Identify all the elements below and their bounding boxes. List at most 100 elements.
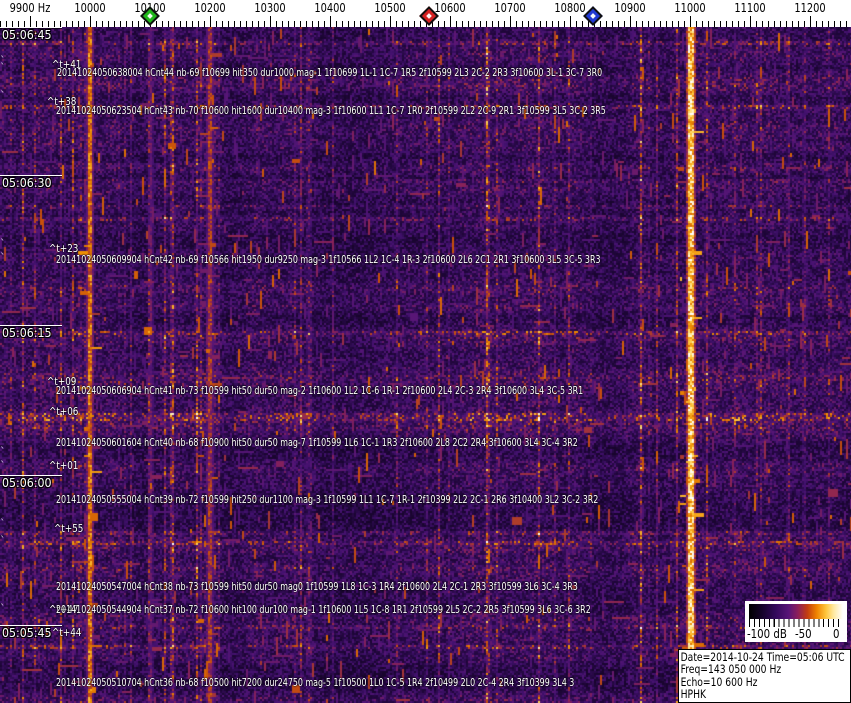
edge-tick: ` xyxy=(0,237,6,250)
freq-tick-minor xyxy=(252,21,253,27)
freq-label: 10800 xyxy=(554,1,586,15)
detection-log-line: 20141024050601604 hCnt40 nb-68 f10900 hi… xyxy=(56,436,578,449)
freq-tick-minor xyxy=(732,21,733,27)
colorbar-label-2: 0 xyxy=(833,627,840,641)
freq-tick-major xyxy=(810,16,811,27)
freq-tick-minor xyxy=(420,21,421,27)
freq-tick-minor xyxy=(444,21,445,27)
freq-tick-minor xyxy=(660,21,661,27)
freq-label: 10700 xyxy=(494,1,526,15)
freq-tick-minor xyxy=(840,21,841,27)
freq-tick-major xyxy=(210,16,211,27)
freq-tick-minor xyxy=(774,21,775,27)
freq-tick-minor xyxy=(156,21,157,27)
edge-tick: ` xyxy=(0,251,6,264)
freq-tick-minor xyxy=(84,21,85,27)
info-station: HPHK xyxy=(680,687,707,702)
freq-tick-minor xyxy=(468,21,469,27)
freq-tick-minor xyxy=(318,21,319,27)
freq-tick-minor xyxy=(600,21,601,27)
freq-tick-minor xyxy=(678,21,679,27)
freq-tick-minor xyxy=(294,21,295,27)
freq-label: 11200 xyxy=(794,1,826,15)
freq-tick-minor xyxy=(228,21,229,27)
freq-tick-minor xyxy=(726,21,727,27)
freq-tick-minor xyxy=(384,21,385,27)
freq-tick-minor xyxy=(456,21,457,27)
detection-log-line: 20141024050544904 hCnt37 nb-72 f10600 hi… xyxy=(56,603,591,616)
freq-tick-minor xyxy=(636,21,637,27)
freq-tick-minor xyxy=(786,21,787,27)
freq-tick-minor xyxy=(342,21,343,27)
colorbar-gradient xyxy=(749,604,843,619)
freq-tick-minor xyxy=(618,21,619,27)
freq-label: 10400 xyxy=(314,1,346,15)
freq-label: 11000 xyxy=(674,1,706,15)
event-marker: ^t+55 xyxy=(54,522,84,535)
freq-tick-minor xyxy=(666,21,667,27)
freq-label: 9900 Hz xyxy=(9,1,51,15)
freq-tick-minor xyxy=(0,21,1,27)
freq-tick-minor xyxy=(12,21,13,27)
freq-tick-minor xyxy=(246,21,247,27)
freq-tick-minor xyxy=(612,21,613,27)
event-marker: ^t+01 xyxy=(49,459,79,472)
freq-tick-minor xyxy=(126,21,127,27)
freq-tick-minor xyxy=(528,21,529,27)
freq-tick-minor xyxy=(186,21,187,27)
freq-tick-minor xyxy=(222,21,223,27)
edge-tick: ` xyxy=(0,517,6,530)
freq-tick-minor xyxy=(828,21,829,27)
freq-tick-minor xyxy=(378,21,379,27)
freq-tick-minor xyxy=(516,21,517,27)
freq-tick-minor xyxy=(552,21,553,27)
freq-label: 10900 xyxy=(614,1,646,15)
freq-tick-minor xyxy=(642,21,643,27)
freq-label: 10300 xyxy=(254,1,286,15)
freq-tick-minor xyxy=(54,21,55,27)
freq-tick-minor xyxy=(564,21,565,27)
freq-tick-minor xyxy=(744,21,745,27)
freq-tick-minor xyxy=(504,21,505,27)
freq-tick-major xyxy=(630,16,631,27)
edge-tick: ` xyxy=(0,61,6,74)
detection-log-line: 20141024050606904 hCnt41 nb-73 f10599 hi… xyxy=(56,384,584,397)
freq-tick-minor xyxy=(792,21,793,27)
freq-tick-minor xyxy=(768,21,769,27)
freq-tick-minor xyxy=(108,21,109,27)
time-label: 05:06:45 xyxy=(2,28,52,42)
colorbar-label-0: -100 dB xyxy=(747,627,787,641)
freq-tick-minor xyxy=(60,21,61,27)
freq-tick-minor xyxy=(780,21,781,27)
freq-tick-minor xyxy=(48,21,49,27)
freq-tick-minor xyxy=(582,21,583,27)
freq-tick-minor xyxy=(138,21,139,27)
freq-tick-minor xyxy=(480,21,481,27)
spectrogram-canvas[interactable] xyxy=(0,27,851,703)
freq-tick-minor xyxy=(798,21,799,27)
freq-tick-minor xyxy=(834,21,835,27)
freq-tick-major xyxy=(90,16,91,27)
detection-log-line: 20141024050547004 hCnt38 nb-73 f10599 hi… xyxy=(56,580,578,593)
freq-tick-minor xyxy=(192,21,193,27)
freq-tick-minor xyxy=(132,21,133,27)
freq-tick-minor xyxy=(360,21,361,27)
info-box: Date=2014-10-24 Time=05:06 UTC Freq=143 … xyxy=(678,649,851,703)
freq-tick-minor xyxy=(714,21,715,27)
freq-tick-minor xyxy=(174,21,175,27)
freq-tick-minor xyxy=(672,21,673,27)
freq-tick-minor xyxy=(348,21,349,27)
freq-tick-minor xyxy=(180,21,181,27)
freq-tick-minor xyxy=(120,21,121,27)
freq-tick-minor xyxy=(756,21,757,27)
edge-tick: ` xyxy=(0,534,6,547)
freq-tick-major xyxy=(390,16,391,27)
freq-tick-minor xyxy=(198,21,199,27)
freq-tick-minor xyxy=(486,21,487,27)
freq-label: 10600 xyxy=(434,1,466,15)
freq-tick-minor xyxy=(42,21,43,27)
event-marker: ^t+44 xyxy=(52,626,82,639)
freq-tick-minor xyxy=(354,21,355,27)
edge-tick: ` xyxy=(0,89,6,102)
freq-tick-minor xyxy=(534,21,535,27)
